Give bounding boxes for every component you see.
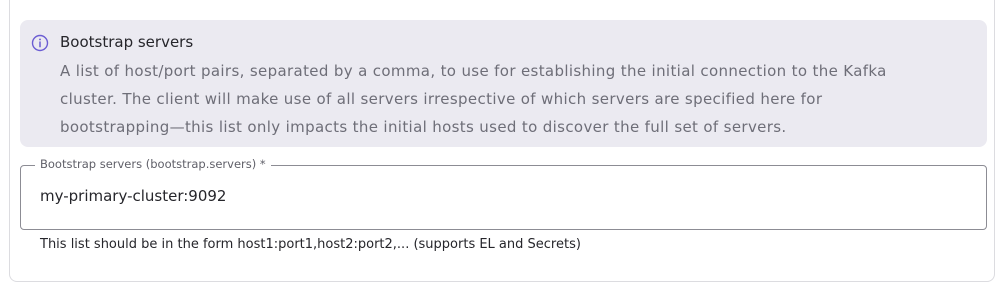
- info-description-line: A list of host/port pairs, separated by …: [60, 62, 887, 80]
- info-description-line: cluster. The client will make use of all…: [60, 90, 823, 108]
- info-title: Bootstrap servers: [60, 33, 194, 51]
- info-circle-icon: [31, 34, 49, 52]
- field-helper-text: This list should be in the form host1:po…: [40, 237, 581, 252]
- info-description-line: bootstrapping—this list only impacts the…: [60, 118, 787, 136]
- bootstrap-servers-field[interactable]: Bootstrap servers (bootstrap.servers) *: [20, 157, 987, 230]
- field-label: Bootstrap servers (bootstrap.servers) *: [35, 157, 271, 171]
- bootstrap-servers-input[interactable]: [40, 187, 940, 205]
- info-description: A list of host/port pairs, separated by …: [60, 57, 965, 141]
- info-callout: Bootstrap servers A list of host/port pa…: [20, 20, 987, 147]
